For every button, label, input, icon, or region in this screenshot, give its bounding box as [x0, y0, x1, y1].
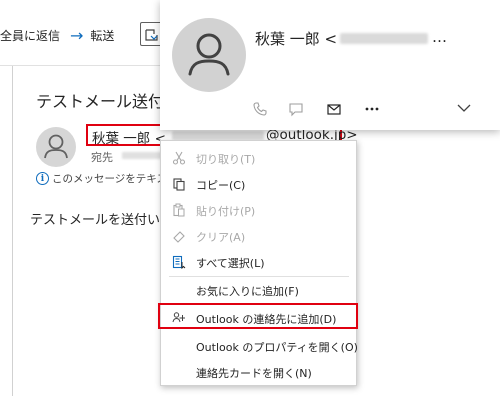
- menu-item-paste[interactable]: 貼り付け(P): [161, 199, 356, 221]
- paste-icon: [171, 202, 187, 218]
- person-icon: [44, 134, 68, 159]
- menu-item-open-contact-card[interactable]: 連絡先カードを開く(N): [161, 361, 356, 383]
- menu-item-clear[interactable]: クリア(A): [161, 225, 356, 247]
- highlight-annotation: [158, 303, 358, 329]
- pane-divider: [12, 66, 13, 396]
- toolbar-action-icon: [145, 29, 158, 41]
- to-label: 宛先: [91, 151, 113, 164]
- forward-label: 転送: [90, 28, 115, 43]
- menu-item-open-properties[interactable]: Outlook のプロパティを開く(O): [161, 335, 358, 357]
- menu-item-add-favorites[interactable]: お気に入りに追加(F): [161, 279, 356, 301]
- scissors-icon: [171, 150, 187, 166]
- toolbar-more-button[interactable]: [140, 22, 162, 46]
- menu-separator: [169, 276, 349, 277]
- arrow-right-icon: →: [70, 25, 84, 45]
- copy-icon: [171, 176, 187, 192]
- info-icon: i: [36, 172, 49, 185]
- context-menu: 切り取り(T) コピー(C) 貼り付け(P) クリア(A) すべて選択(L) お…: [160, 140, 358, 386]
- contact-avatar: [172, 18, 246, 92]
- person-icon: [188, 33, 230, 76]
- mail-icon[interactable]: [324, 100, 344, 118]
- mail-subject: テストメール送付の: [36, 92, 181, 111]
- redacted-email: [340, 33, 428, 44]
- menu-item-select-all[interactable]: すべて選択(L): [161, 251, 356, 273]
- contact-card: 秋葉 一郎 < …: [160, 0, 500, 130]
- contact-name-overflow: …: [432, 28, 447, 46]
- reply-all-label: 全員に返信: [0, 28, 61, 43]
- sender-avatar[interactable]: [36, 127, 76, 167]
- eraser-icon: [171, 228, 187, 244]
- select-all-icon: [171, 254, 187, 270]
- sender-name: 秋葉 一郎 <: [92, 131, 166, 147]
- contact-name: 秋葉 一郎 <: [255, 30, 338, 48]
- menu-item-cut[interactable]: 切り取り(T): [161, 147, 356, 169]
- chat-icon[interactable]: [286, 100, 306, 118]
- phone-icon[interactable]: [250, 100, 270, 118]
- mail-body: テストメールを送付い: [30, 213, 161, 228]
- menu-item-copy[interactable]: コピー(C): [161, 173, 356, 195]
- redacted-email: [172, 131, 264, 140]
- reply-all-button[interactable]: 全員に返信: [0, 26, 60, 44]
- forward-button[interactable]: → 転送: [70, 25, 115, 45]
- redacted-recipient: [122, 152, 162, 159]
- chevron-down-icon[interactable]: [456, 102, 472, 117]
- more-icon[interactable]: [362, 100, 382, 118]
